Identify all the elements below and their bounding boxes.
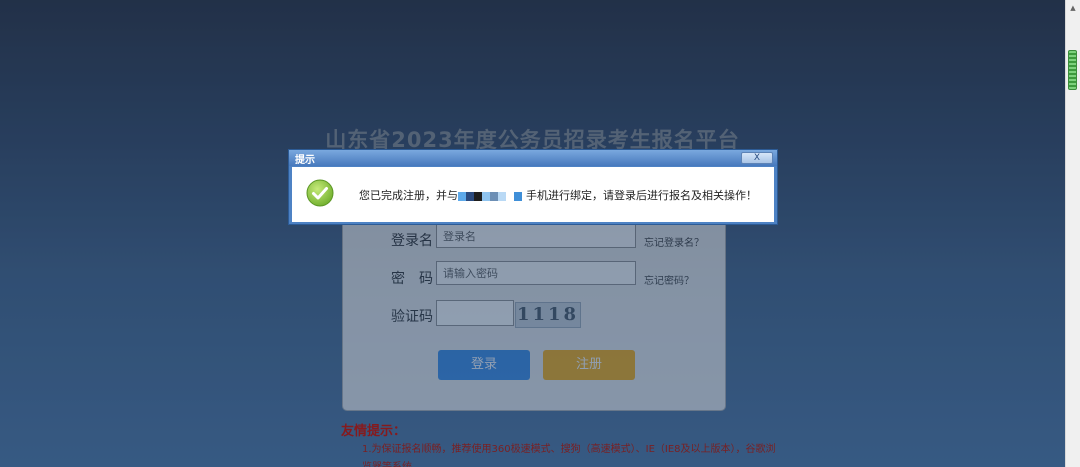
dialog-titlebar[interactable]: 提示 X [289,150,777,166]
success-dialog: 提示 X 您已完成注册，并与 手机进行绑定，请登录后进行报名及相关操作！ [288,149,778,225]
redacted-phone [458,191,526,201]
dialog-message-prefix: 您已完成注册，并与 [359,189,458,202]
dialog-title: 提示 [295,155,315,166]
modal-overlay [0,0,1065,467]
check-circle-icon [306,179,334,207]
scrollbar-thumb[interactable] [1068,50,1077,90]
vertical-scrollbar[interactable]: ▲ [1065,0,1080,467]
dialog-message: 您已完成注册，并与 手机进行绑定，请登录后进行报名及相关操作！ [359,187,757,203]
dialog-close-button[interactable]: X [741,152,773,164]
dialog-message-suffix: 手机进行绑定，请登录后进行报名及相关操作！ [526,189,757,202]
dialog-body: 您已完成注册，并与 手机进行绑定，请登录后进行报名及相关操作！ [292,167,774,222]
scroll-up-icon[interactable]: ▲ [1066,2,1080,14]
